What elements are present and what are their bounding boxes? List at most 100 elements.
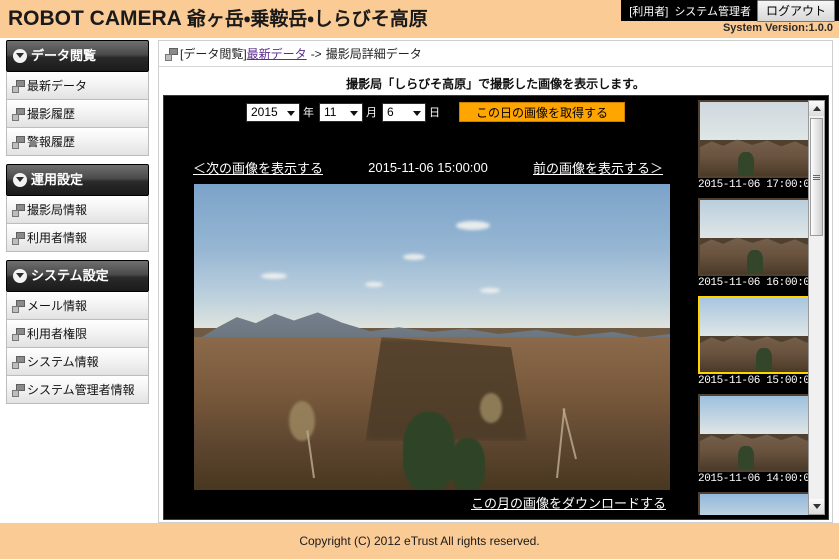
node-icon [12, 204, 25, 217]
breadcrumb-link-latest-data[interactable]: 最新データ [247, 45, 307, 62]
scroll-down-arrow-icon[interactable] [809, 499, 824, 514]
sidebar-item-label: 利用者権限 [27, 326, 88, 341]
photo-cloud [479, 288, 500, 294]
grip-icon [813, 174, 820, 180]
thumbnail-scrollbar[interactable] [808, 100, 825, 515]
node-icon [165, 48, 178, 61]
thumbnail-tree [738, 446, 754, 470]
photo-sky [194, 184, 670, 328]
sidebar-group-header-system: システム設定 [6, 260, 149, 292]
photo-conifer-tree [403, 412, 456, 490]
breadcrumb-current: 撮影局詳細データ [325, 47, 422, 61]
fetch-images-button[interactable]: この日の画像を取得する [459, 102, 626, 122]
node-icon [12, 384, 25, 397]
sidebar-group-system: システム設定 メール情報 利用者権限 システム情報 システム管理者情報 [6, 260, 149, 404]
sidebar-item-user-info[interactable]: 利用者情報 [6, 224, 149, 252]
thumbnail-tree [747, 250, 763, 274]
photo-cloud [260, 272, 287, 279]
sidebar-group-title: システム設定 [31, 268, 109, 283]
thumbnail-image[interactable] [698, 296, 818, 374]
node-icon [12, 356, 25, 369]
thumbnail-sky [700, 396, 816, 435]
sidebar-item-station-info[interactable]: 撮影局情報 [6, 196, 149, 224]
thumbnail-image[interactable] [698, 100, 818, 178]
thumbnail-list: 2015-11-06 17:00:00 2015-11-06 16:00:00 20… [698, 100, 822, 515]
thumbnail-timestamp: 2015-11-06 17:00:00 [698, 179, 816, 191]
node-icon [12, 136, 25, 149]
scroll-up-arrow-icon[interactable] [809, 101, 824, 116]
logout-button[interactable]: ログアウト [756, 0, 835, 22]
image-navigation: ＜次の画像を表示する 2015-11-06 15:00:00 前の画像を表示する… [188, 158, 668, 177]
node-icon [12, 328, 25, 341]
download-month-images-link[interactable]: この月の画像をダウンロードする [471, 496, 666, 511]
node-icon [12, 300, 25, 313]
title-jp: 爺ヶ岳・乗鞍岳・しらびそ高原 [186, 9, 428, 30]
sidebar-group-title: データ閲覧 [31, 48, 97, 63]
app-root: ROBOT CAMERA 爺ヶ岳・乗鞍岳・しらびそ高原 [利用者] システム管理… [0, 0, 839, 559]
sidebar-group-data: データ閲覧 最新データ 撮影履歴 警報履歴 [6, 40, 149, 156]
sidebar-item-capture-history[interactable]: 撮影履歴 [6, 100, 149, 128]
thumbnail-tree [756, 348, 772, 372]
title-en: ROBOT CAMERA [8, 7, 182, 30]
sidebar-item-label: 撮影履歴 [27, 106, 76, 121]
shot-timestamp: 2015-11-06 15:00:00 [368, 160, 488, 175]
sidebar-item-latest-data[interactable]: 最新データ [6, 72, 149, 100]
sidebar-item-label: 最新データ [27, 78, 88, 93]
chevron-down-circle-icon [13, 49, 27, 63]
prev-image-link[interactable]: ＜次の画像を表示する [193, 158, 323, 177]
sidebar-item-alarm-history[interactable]: 警報履歴 [6, 128, 149, 156]
thumbnail-item[interactable]: 2015-11-06 14:00:00 [698, 394, 822, 486]
breadcrumb-prefix: [データ閲覧] [180, 47, 247, 61]
year-select-box[interactable]: 2015 [246, 102, 300, 122]
thumbnail-image[interactable] [698, 198, 818, 276]
user-name: システム管理者 [674, 5, 751, 18]
day-selector-wrap: 6 日 [382, 102, 445, 122]
app-header: ROBOT CAMERA 爺ヶ岳・乗鞍岳・しらびそ高原 [利用者] システム管理… [0, 0, 839, 38]
chevron-down-circle-icon [13, 173, 27, 187]
photo-conifer-tree [451, 438, 486, 490]
photo-cloud [365, 281, 384, 287]
sidebar-item-label: 撮影局情報 [27, 202, 88, 217]
thumbnail-timestamp: 2015-11-06 14:00:00 [698, 473, 816, 485]
day-unit-label: 日 [429, 107, 440, 119]
thumbnail-sky [700, 200, 816, 239]
thumbnail-item[interactable]: 2015-11-06 16:00:00 [698, 198, 822, 290]
month-select[interactable]: 11 [319, 102, 363, 122]
sidebar: データ閲覧 最新データ 撮影履歴 警報履歴 運用設定 撮影局情報 利用者情報 シ… [6, 40, 149, 412]
sidebar-item-system-info[interactable]: システム情報 [6, 348, 149, 376]
copyright-text: Copyright (C) 2012 eTrust All rights res… [299, 534, 540, 548]
page-description: 撮影局「しらびそ高原」で撮影した画像を表示します。 [346, 77, 645, 91]
thumbnail-timestamp: 2015-11-06 16:00:00 [698, 277, 816, 289]
month-select-box[interactable]: 11 [319, 102, 363, 122]
sidebar-group-header-data: データ閲覧 [6, 40, 149, 72]
next-image-link[interactable]: 前の画像を表示する＞ [533, 158, 663, 177]
day-select[interactable]: 6 [382, 102, 426, 122]
thumbnail-sky [700, 494, 816, 515]
thumbnail-sky [700, 102, 816, 141]
year-selector-wrap: 2015 年 [246, 102, 319, 122]
sidebar-group-operation: 運用設定 撮影局情報 利用者情報 [6, 164, 149, 252]
node-icon [12, 232, 25, 245]
sidebar-item-label: システム管理者情報 [27, 382, 135, 397]
thumbnail-image[interactable] [698, 492, 818, 515]
footer: Copyright (C) 2012 eTrust All rights res… [0, 523, 839, 559]
day-select-box[interactable]: 6 [382, 102, 426, 122]
thumbnail-item[interactable]: 2015-11-06 17:00:00 [698, 100, 822, 192]
sidebar-item-mail-info[interactable]: メール情報 [6, 292, 149, 320]
thumbnail-timestamp: 2015-11-06 15:00:00 [698, 375, 816, 387]
breadcrumb-separator: -> [310, 46, 322, 61]
sidebar-item-label: 警報履歴 [27, 134, 76, 149]
page-title: ROBOT CAMERA 爺ヶ岳・乗鞍岳・しらびそ高原 [8, 4, 428, 31]
user-role-label: [利用者] [629, 5, 669, 18]
month-selector-wrap: 11 月 [319, 102, 382, 122]
image-viewer: 2015 年 11 月 6 日 この日の画像を取得する ＜次の画像を表示する 2… [163, 95, 829, 520]
main-photo[interactable] [194, 184, 670, 490]
photo-shrub [479, 392, 502, 423]
sidebar-item-user-permission[interactable]: 利用者権限 [6, 320, 149, 348]
thumbnail-item[interactable]: 2015-11-06 15:00:00 [698, 296, 822, 388]
year-select[interactable]: 2015 [246, 102, 300, 122]
scrollbar-thumb[interactable] [810, 118, 823, 236]
thumbnail-image[interactable] [698, 394, 818, 472]
sidebar-item-system-admin-info[interactable]: システム管理者情報 [6, 376, 149, 404]
thumbnail-item[interactable]: 2015-11-06 13:00:00 [698, 492, 822, 515]
